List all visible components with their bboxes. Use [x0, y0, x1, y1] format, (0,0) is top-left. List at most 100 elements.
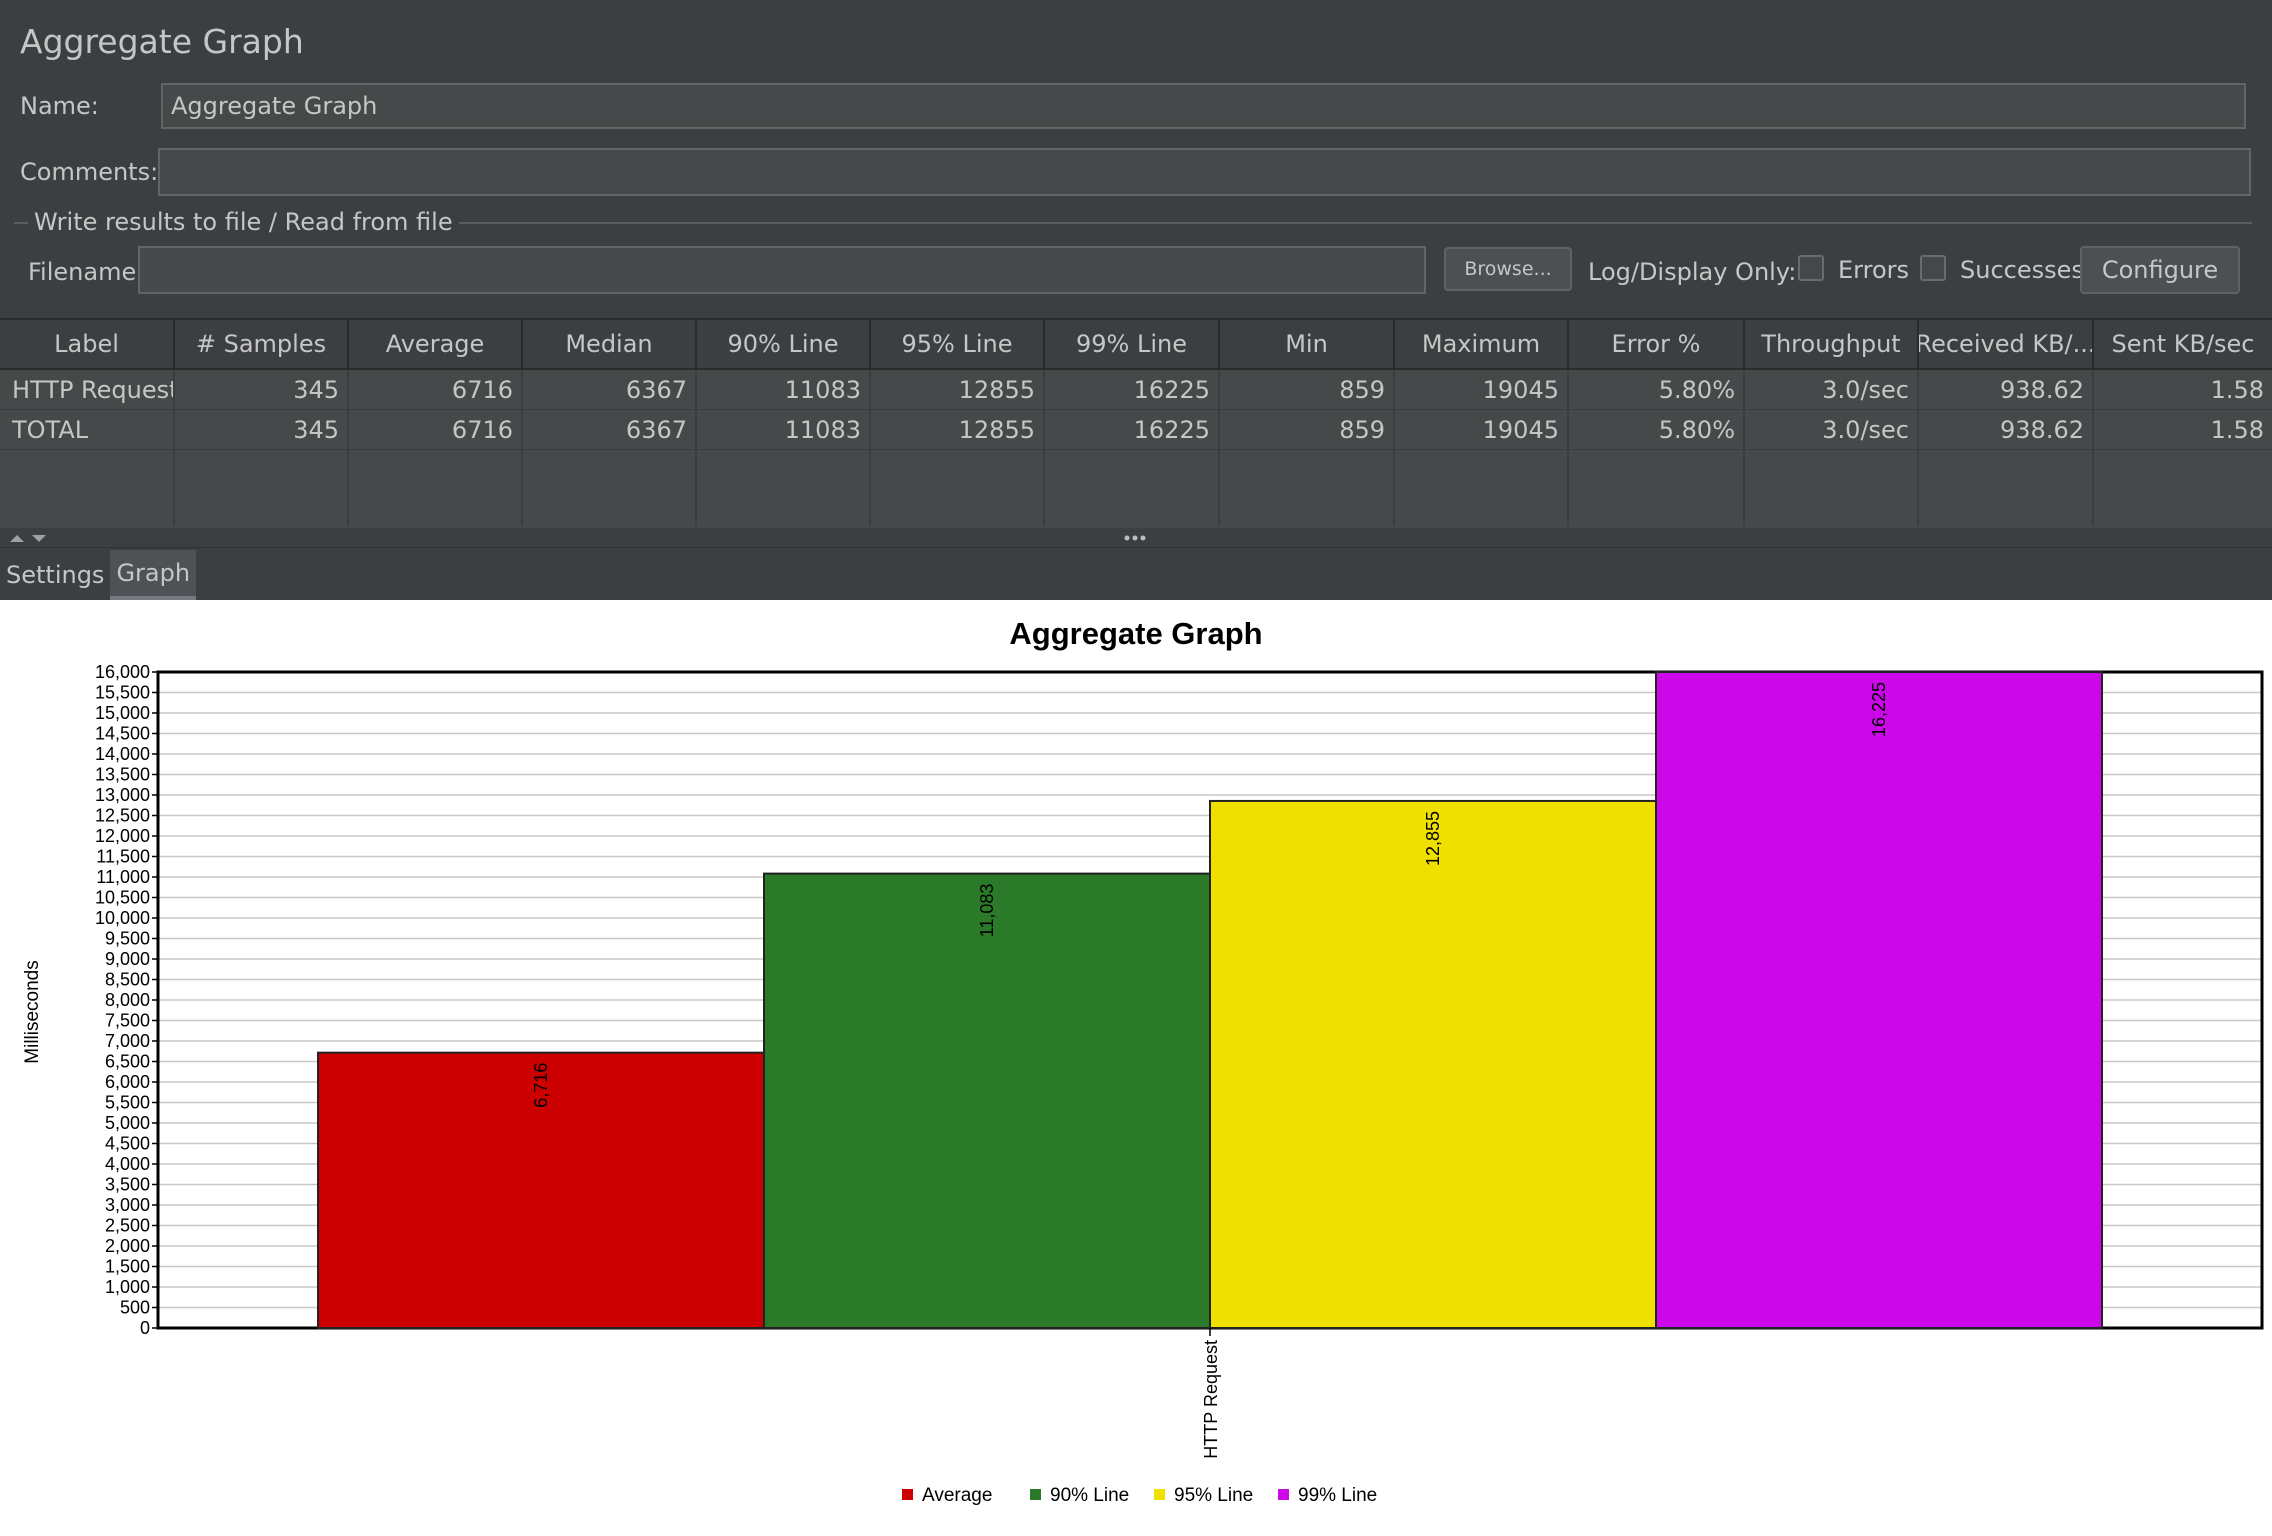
bar-99-line: [1655, 671, 2103, 1329]
table-cell: 938.62: [1919, 370, 2094, 409]
y-tick-label: 9,000: [105, 949, 150, 969]
x-category-label: HTTP Request: [1201, 1340, 1221, 1459]
legend-swatch: [902, 1489, 913, 1500]
y-tick-label: 8,000: [105, 990, 150, 1010]
table-cell: 3.0/sec: [1745, 370, 1919, 409]
table-cell: 12855: [871, 370, 1045, 409]
table-cell: 11083: [697, 410, 871, 449]
successes-checkbox[interactable]: [1920, 255, 1946, 281]
y-tick-label: 7,000: [105, 1031, 150, 1051]
column-header-received[interactable]: Received KB/...: [1919, 320, 2094, 368]
tab-settings[interactable]: Settings: [0, 550, 110, 600]
y-tick-label: 7,500: [105, 1011, 150, 1031]
comments-field[interactable]: [158, 148, 2251, 196]
table-cell: 12855: [871, 410, 1045, 449]
y-axis-label: Milliseconds: [22, 960, 43, 1063]
y-tick-label: 10,500: [95, 888, 150, 908]
splitter[interactable]: [0, 528, 2272, 548]
column-header-90-line[interactable]: 90% Line: [697, 320, 871, 368]
errors-checkbox[interactable]: [1798, 255, 1824, 281]
table-cell: 19045: [1395, 410, 1569, 449]
column-header-average[interactable]: Average: [349, 320, 523, 368]
column-header-maximum[interactable]: Maximum: [1395, 320, 1569, 368]
file-group-title: Write results to file / Read from file: [28, 208, 459, 236]
table-cell: 345: [175, 370, 349, 409]
column-header-sent[interactable]: Sent KB/sec: [2094, 320, 2272, 368]
table-cell: 1.58: [2210, 415, 2264, 444]
panel-title: Aggregate Graph: [20, 22, 304, 61]
collapse-down-icon[interactable]: [32, 535, 46, 542]
y-tick-label: 10,000: [95, 908, 150, 928]
successes-label[interactable]: Successes: [1960, 256, 2084, 284]
y-tick-label: 11,500: [96, 847, 150, 867]
table-cell: 6716: [349, 370, 523, 409]
results-table: Label # Samples Average Median 90% Line …: [0, 318, 2272, 528]
y-tick-label: 4,000: [105, 1154, 150, 1174]
table-cell: 16225: [1045, 410, 1220, 449]
y-tick-label: 14,500: [95, 724, 150, 744]
y-tick-label: 2,000: [105, 1236, 150, 1256]
table-cell: 16225: [1045, 370, 1220, 409]
column-header-throughput[interactable]: Throughput: [1745, 320, 1919, 368]
y-tick-label: 8,500: [105, 970, 150, 990]
table-row[interactable]: TOTAL 345 6716 6367 11083 12855 16225 85…: [0, 410, 2272, 450]
y-tick-label: 5,500: [105, 1093, 150, 1113]
errors-label[interactable]: Errors: [1838, 256, 1909, 284]
y-tick-label: 6,000: [105, 1072, 150, 1092]
legend-label: 90% Line: [1050, 1485, 1129, 1506]
y-tick-label: 1,500: [105, 1257, 150, 1277]
y-tick-label: 5,000: [105, 1113, 150, 1133]
table-row[interactable]: HTTP Request 345 6716 6367 11083 12855 1…: [0, 370, 2272, 410]
bar-90-line: [763, 872, 1211, 1329]
table-cell: HTTP Request: [0, 370, 175, 409]
y-tick-label: 12,500: [95, 806, 150, 826]
column-header-median[interactable]: Median: [523, 320, 697, 368]
column-header-error[interactable]: Error %: [1569, 320, 1745, 368]
configure-button[interactable]: Configure: [2080, 246, 2240, 294]
table-cell: 6367: [523, 410, 697, 449]
y-tick-label: 3,500: [105, 1175, 150, 1195]
collapse-up-icon[interactable]: [10, 535, 24, 542]
y-tick-label: 11,000: [96, 867, 150, 887]
y-tick-label: 15,000: [95, 703, 150, 723]
column-header-min[interactable]: Min: [1220, 320, 1395, 368]
y-tick-label: 13,000: [95, 785, 150, 805]
legend-swatch: [1154, 1489, 1165, 1500]
chart-title: Aggregate Graph: [1009, 616, 1262, 651]
drag-handle-icon[interactable]: [1124, 535, 1146, 541]
table-empty-area: [0, 450, 2272, 526]
y-tick-label: 9,500: [105, 929, 150, 949]
table-cell: 1.58: [2210, 375, 2264, 404]
y-tick-label: 1,000: [105, 1277, 150, 1297]
log-display-label: Log/Display Only:: [1588, 258, 1797, 286]
y-tick-label: 3,000: [105, 1195, 150, 1215]
legend-label: 95% Line: [1174, 1485, 1253, 1506]
legend-label: Average: [922, 1485, 992, 1506]
y-tick-label: 16,000: [95, 662, 150, 682]
y-tick-label: 12,000: [95, 826, 150, 846]
column-header-99-line[interactable]: 99% Line: [1045, 320, 1220, 368]
tab-graph[interactable]: Graph: [110, 550, 197, 600]
legend-swatch: [1278, 1489, 1289, 1500]
column-header-95-line[interactable]: 95% Line: [871, 320, 1045, 368]
table-cell: 3.0/sec: [1745, 410, 1919, 449]
bar-data-label: 6,716: [531, 1063, 551, 1108]
table-cell: 5.80%: [1569, 410, 1745, 449]
y-tick-label: 13,500: [95, 765, 150, 785]
y-tick-label: 2,500: [105, 1216, 150, 1236]
browse-button[interactable]: Browse...: [1444, 247, 1572, 291]
name-field[interactable]: Aggregate Graph: [161, 83, 2246, 129]
table-cell: 859: [1220, 410, 1395, 449]
graph-panel: Aggregate Graph Milliseconds 6,716 11,083…: [0, 600, 2272, 1536]
table-cell: 859: [1220, 370, 1395, 409]
bar-data-label: 12,855: [1423, 811, 1443, 866]
column-header-samples[interactable]: # Samples: [175, 320, 349, 368]
table-cell: 6367: [523, 370, 697, 409]
filename-field[interactable]: [138, 246, 1426, 294]
table-cell: 938.62: [1919, 410, 2094, 449]
bar-95-line: [1209, 799, 1657, 1329]
legend-swatch: [1030, 1489, 1041, 1500]
legend-label: 99% Line: [1298, 1485, 1377, 1506]
table-cell: 6716: [349, 410, 523, 449]
column-header-label[interactable]: Label: [0, 320, 175, 368]
